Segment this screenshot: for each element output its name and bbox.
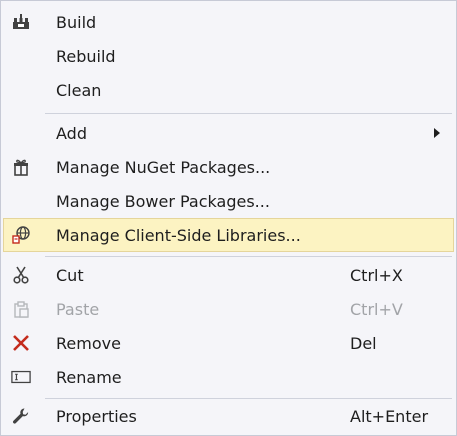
nuget-package-icon: [11, 157, 31, 177]
shortcut-text: Del: [350, 333, 377, 353]
menu-item-label: Cut: [56, 265, 84, 285]
menu-item-cut[interactable]: Cut Ctrl+X: [3, 258, 454, 292]
wrench-icon: [11, 406, 31, 426]
menu-item-label: Remove: [56, 333, 121, 353]
menu-item-label: Properties: [56, 406, 137, 426]
menu-item-label: Manage Bower Packages...: [56, 191, 270, 211]
menu-item-manage-client-side-libraries[interactable]: Manage Client-Side Libraries...: [3, 218, 454, 252]
paste-icon: [11, 299, 31, 319]
menu-item-manage-bower-packages[interactable]: Manage Bower Packages...: [3, 184, 454, 218]
menu-item-label: Rename: [56, 367, 122, 387]
menu-item-rebuild[interactable]: Rebuild: [3, 39, 454, 73]
menu-item-build[interactable]: Build: [3, 5, 454, 39]
menu-item-label: Rebuild: [56, 46, 116, 66]
client-side-library-icon: [11, 225, 31, 245]
menu-item-label: Paste: [56, 299, 100, 319]
context-menu: Build Rebuild Clean Add Manage NuGet Pac…: [0, 0, 457, 436]
menu-item-add[interactable]: Add: [3, 116, 454, 150]
menu-item-paste[interactable]: Paste Ctrl+V: [3, 292, 454, 326]
menu-item-manage-nuget-packages[interactable]: Manage NuGet Packages...: [3, 150, 454, 184]
shortcut-text: Ctrl+V: [350, 299, 403, 319]
menu-item-label: Clean: [56, 80, 102, 100]
menu-separator: [45, 256, 452, 257]
menu-item-label: Build: [56, 12, 97, 32]
build-icon: [11, 12, 31, 32]
shortcut-text: Ctrl+X: [350, 265, 403, 285]
menu-item-clean[interactable]: Clean: [3, 73, 454, 107]
shortcut-text: Alt+Enter: [350, 406, 429, 426]
menu-item-remove[interactable]: Remove Del: [3, 326, 454, 360]
submenu-arrow-icon: [434, 128, 440, 138]
menu-item-rename[interactable]: Rename: [3, 360, 454, 394]
menu-item-label: Manage Client-Side Libraries...: [56, 225, 301, 245]
menu-item-label: Manage NuGet Packages...: [56, 157, 271, 177]
menu-item-label: Add: [56, 123, 87, 143]
scissors-icon: [11, 265, 31, 285]
menu-item-properties[interactable]: Properties Alt+Enter: [3, 399, 454, 433]
remove-x-icon: [11, 333, 31, 353]
menu-separator: [45, 113, 452, 114]
rename-icon: [11, 367, 31, 387]
